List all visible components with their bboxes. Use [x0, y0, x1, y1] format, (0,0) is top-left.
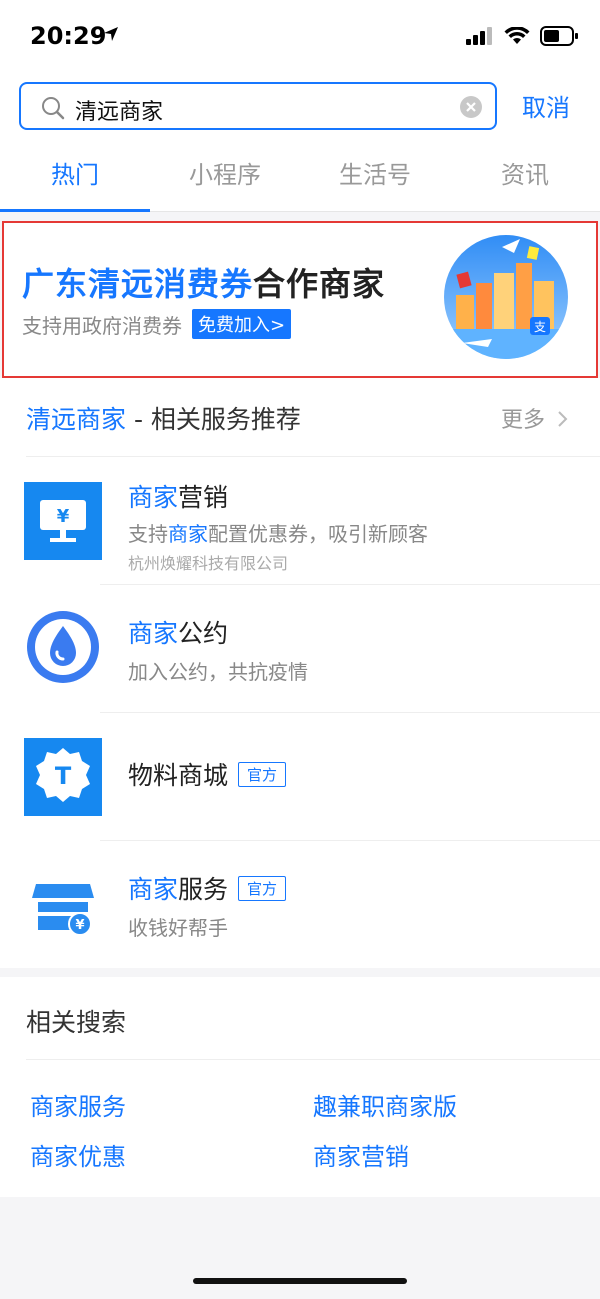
clear-icon[interactable] [459, 95, 483, 119]
divider [100, 840, 600, 841]
tab-news[interactable]: 资讯 [450, 138, 600, 211]
related-services-section: 清远商家 - 相关服务推荐 更多 ¥ 商家营销 支持商家配置优惠券，吸引新顾客 … [0, 378, 600, 968]
item-title-rest: 营销 [178, 483, 229, 512]
item-title-highlight: 商家 [128, 483, 179, 512]
related-search-link[interactable]: 商家服务 [30, 1087, 126, 1122]
tab-mini-programs[interactable]: 小程序 [150, 138, 300, 211]
related-searches-title: 相关搜索 [26, 1008, 127, 1037]
divider [26, 456, 600, 457]
item-title-rest: 服务 [178, 875, 229, 904]
wifi-icon [504, 27, 530, 44]
signal-icon [466, 27, 492, 45]
divider [100, 712, 600, 713]
related-search-link[interactable]: 商家营销 [313, 1137, 409, 1172]
more-label: 更多 [500, 408, 545, 433]
banner-title: 广东清远消费券合作商家 [22, 259, 385, 305]
service-item-pledge[interactable]: 商家公约 加入公约，共抗疫情 [0, 584, 600, 712]
item-desc-part: 配置优惠券，吸引新顾客 [208, 522, 428, 546]
service-item-marketing[interactable]: ¥ 商家营销 支持商家配置优惠券，吸引新顾客 杭州焕耀科技有限公司 [0, 456, 600, 584]
related-searches-section: 相关搜索 商家服务 趣兼职商家版 商家优惠 商家营销 [0, 977, 600, 1197]
search-icon [42, 97, 65, 120]
item-title-highlight: 商家 [128, 619, 179, 648]
services-header: 清远商家 - 相关服务推荐 更多 [0, 378, 600, 456]
service-item-material-mall[interactable]: T 物料商城 官方 [0, 712, 600, 840]
item-title: 物料商城 官方 [128, 756, 287, 792]
tab-bar: 热门 小程序 生活号 资讯 [0, 138, 600, 212]
item-desc-highlight: 商家 [168, 522, 208, 546]
item-title: 商家营销 [128, 478, 228, 514]
tab-life-accounts[interactable]: 生活号 [300, 138, 450, 211]
item-title-rest: 公约 [178, 619, 229, 648]
item-description: 收钱好帮手 [128, 916, 228, 940]
item-title: 商家服务 官方 [128, 870, 287, 906]
service-item-merchant-service[interactable]: ¥ 商家服务 官方 收钱好帮手 [0, 840, 600, 968]
water-drop-icon [27, 611, 99, 683]
join-free-button[interactable]: 免费加入> [192, 309, 292, 339]
banner-subtitle: 支持用政府消费券 免费加入> [22, 309, 292, 339]
svg-text:T: T [55, 762, 72, 790]
top-area: 20:29 清远商家 取消 热门 小程序 生活号 资讯 [0, 0, 600, 212]
battery-icon [540, 26, 578, 46]
official-badge: 官方 [238, 876, 287, 901]
banner-title-rest: 合作商家 [253, 265, 386, 303]
shop-payment-icon: ¥ [32, 884, 94, 936]
voucher-screen-icon: ¥ [24, 482, 102, 560]
item-company: 杭州焕耀科技有限公司 [128, 554, 289, 573]
search-input[interactable]: 清远商家 [19, 82, 497, 130]
status-icons [466, 26, 578, 46]
svg-text:¥: ¥ [75, 918, 84, 933]
item-description: 加入公约，共抗疫情 [128, 660, 308, 684]
home-indicator[interactable] [193, 1278, 407, 1284]
status-time: 20:29 [30, 22, 107, 50]
services-title: 清远商家 - 相关服务推荐 [26, 400, 301, 436]
svg-text:支: 支 [534, 320, 546, 334]
divider [100, 584, 600, 585]
more-link[interactable]: 更多 [501, 402, 570, 434]
divider [26, 1059, 600, 1060]
item-description: 支持商家配置优惠券，吸引新顾客 [128, 518, 428, 547]
banner-title-highlight: 广东清远消费券 [22, 265, 254, 303]
item-title-highlight: 商家 [128, 875, 179, 904]
services-title-rest: - 相关服务推荐 [126, 405, 301, 434]
services-title-highlight: 清远商家 [26, 405, 127, 434]
item-title: 商家公约 [128, 614, 228, 650]
svg-text:¥: ¥ [57, 506, 70, 527]
related-search-link[interactable]: 趣兼职商家版 [313, 1087, 457, 1122]
banner-subtitle-text: 支持用政府消费券 [22, 313, 182, 338]
official-badge: 官方 [238, 762, 287, 787]
search-row: 清远商家 取消 [0, 72, 600, 138]
status-bar: 20:29 [0, 0, 600, 72]
search-query: 清远商家 [75, 100, 164, 125]
related-search-link[interactable]: 商家优惠 [30, 1137, 126, 1172]
t-badge-icon: T [24, 738, 102, 816]
location-arrow-icon [104, 27, 118, 41]
city-illustration-image: 支 [444, 235, 568, 359]
cancel-button[interactable]: 取消 [522, 88, 570, 123]
item-desc-part: 支持 [128, 522, 168, 546]
consumer-voucher-banner[interactable]: 广东清远消费券合作商家 支持用政府消费券 免费加入> 支 [2, 221, 598, 378]
chevron-right-icon [558, 411, 568, 427]
tab-hot[interactable]: 热门 [0, 138, 150, 212]
item-title-text: 物料商城 [128, 761, 229, 790]
